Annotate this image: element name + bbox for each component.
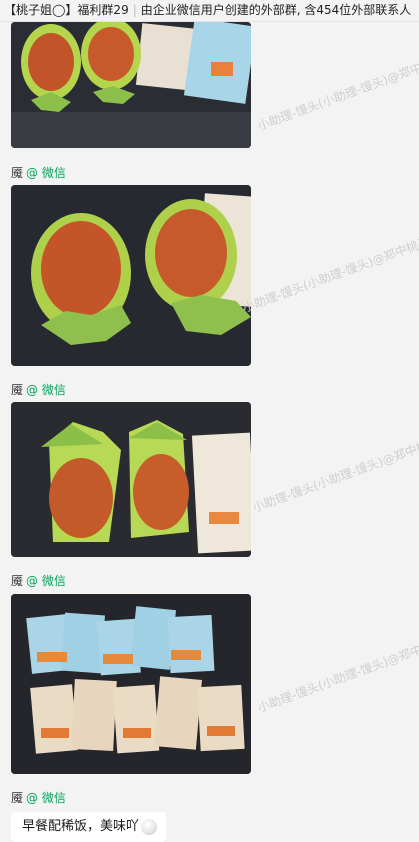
chat-image-4[interactable] bbox=[11, 594, 251, 774]
sender-source: @ 微信 bbox=[26, 383, 66, 397]
message-text: 早餐配稀饭，美味吖 bbox=[22, 819, 140, 834]
sender-name[interactable]: 魇 bbox=[11, 789, 23, 806]
watermark: 小助理-馒头(小助理-馒头)@郑中桃子姐 6334 bbox=[240, 218, 419, 316]
chat-image-3[interactable] bbox=[11, 402, 251, 557]
smile-emoji-icon bbox=[141, 819, 158, 835]
sender-source: @ 微信 bbox=[26, 791, 66, 805]
sender-name[interactable]: 魇 bbox=[11, 164, 23, 181]
sender-source: @ 微信 bbox=[26, 574, 66, 588]
sender-line-5: 魇 @ 微信 bbox=[11, 789, 66, 806]
chat-image-2[interactable] bbox=[11, 185, 251, 366]
watermark: 小助理-馒头(小助理-馒头)@郑中桃子姐 6334 bbox=[255, 618, 419, 716]
chat-header: 【桃子姐◯】福利群29 | 由企业微信用户创建的外部群, 含454位外部联系人 bbox=[0, 0, 419, 22]
group-name[interactable]: 【桃子姐◯】福利群29 bbox=[4, 3, 129, 17]
sender-name[interactable]: 魇 bbox=[11, 572, 23, 589]
chat-image-1[interactable] bbox=[11, 22, 251, 148]
sender-line-2: 魇 @ 微信 bbox=[11, 164, 66, 181]
header-divider: | bbox=[132, 3, 137, 17]
watermark: 小助理-馒头(小助理-馒头)@郑中桃子姐 6334 bbox=[250, 418, 419, 516]
text-message-bubble[interactable]: 早餐配稀饭，美味吖 bbox=[11, 812, 167, 842]
group-description: 由企业微信用户创建的外部群, 含454位外部联系人 bbox=[140, 3, 412, 17]
sender-line-4: 魇 @ 微信 bbox=[11, 572, 66, 589]
sender-line-3: 魇 @ 微信 bbox=[11, 381, 66, 398]
sender-name[interactable]: 魇 bbox=[11, 381, 23, 398]
watermark: 小助理-馒头(小助理-馒头)@郑中桃子姐 6334 bbox=[255, 36, 419, 134]
sender-source: @ 微信 bbox=[26, 166, 66, 180]
